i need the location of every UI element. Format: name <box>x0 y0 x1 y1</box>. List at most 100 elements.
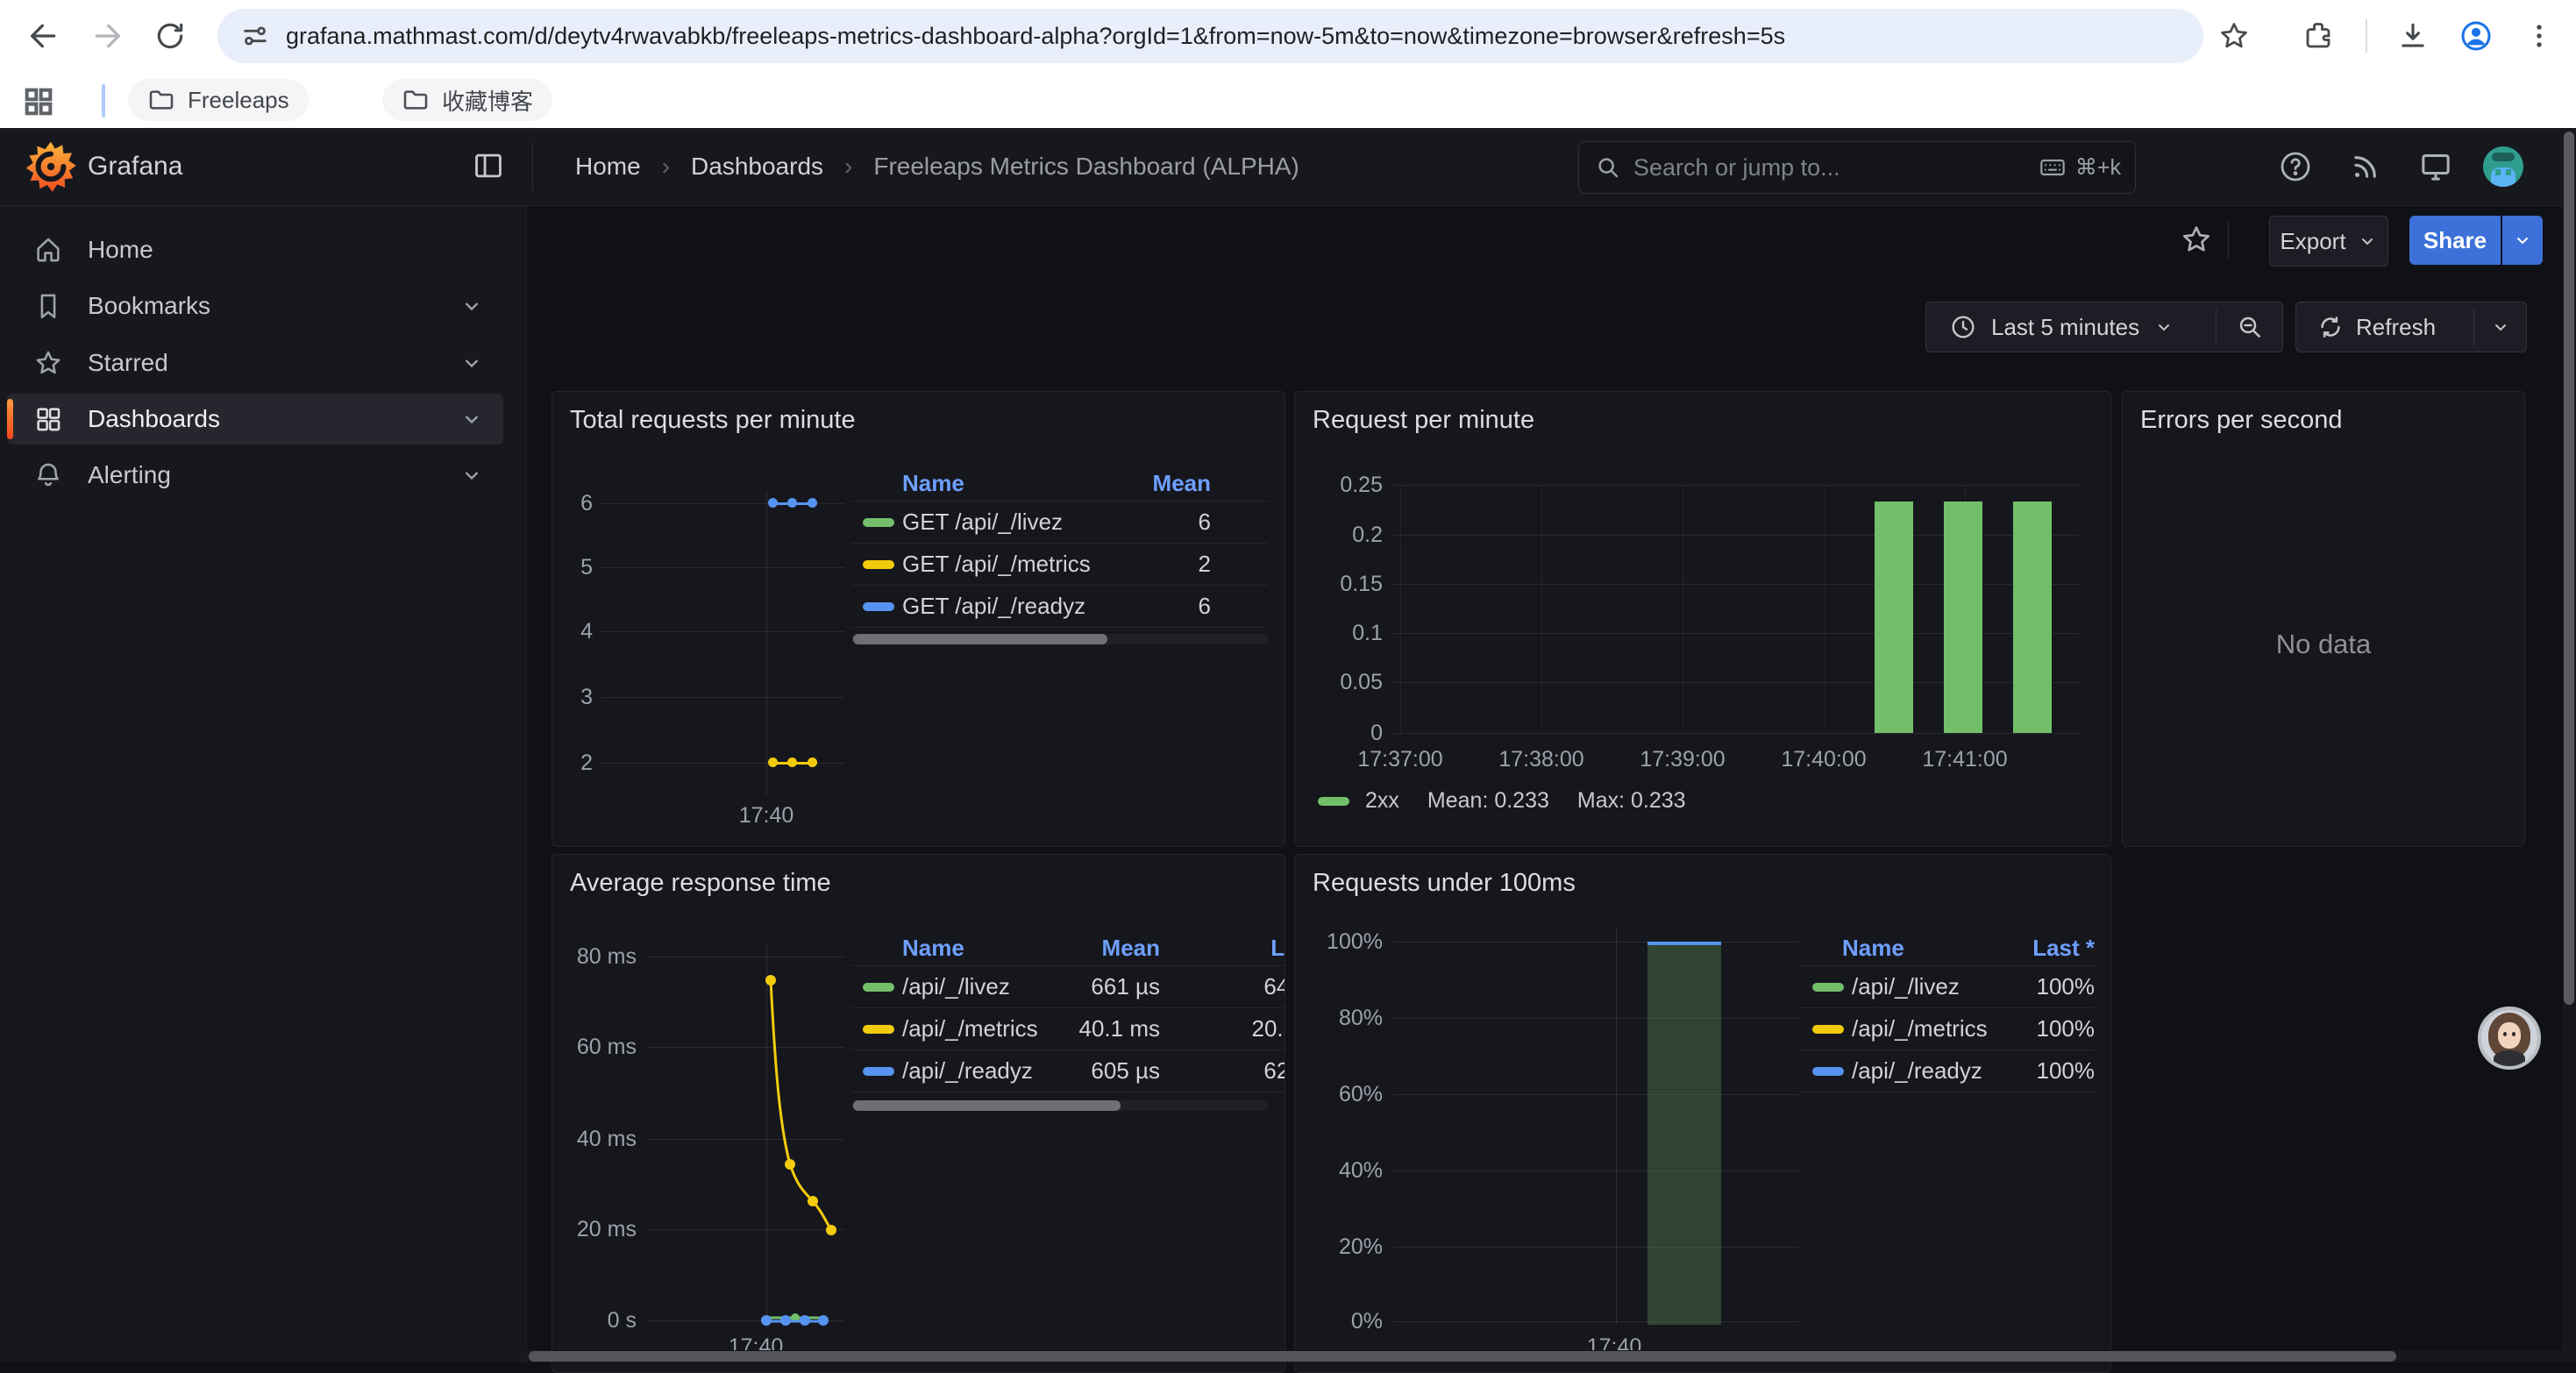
export-button[interactable]: Export <box>2269 216 2388 267</box>
vertical-scrollbar-thumb[interactable] <box>2564 132 2574 1005</box>
sidebar-item-home[interactable]: Home <box>7 224 503 275</box>
col-header-name[interactable]: Name <box>902 935 964 962</box>
legend-row[interactable]: GET /api/_/livez 6 <box>851 502 1268 544</box>
refresh-interval-button[interactable] <box>2474 302 2526 352</box>
legend-row[interactable]: /api/_/metrics 40.1 ms 20.5 ms <box>851 1008 1285 1050</box>
time-range-label: Last 5 minutes <box>1991 314 2139 341</box>
breadcrumb-home[interactable]: Home <box>575 153 641 181</box>
legend-scrollbar[interactable] <box>851 634 1268 644</box>
legend-row[interactable]: /api/_/readyz 605 µs 620 µs <box>851 1050 1285 1092</box>
col-header-last[interactable]: Last * <box>1270 935 1285 962</box>
y-tick: 20% <box>1304 1235 1383 1258</box>
chevron-down-icon[interactable] <box>459 294 484 318</box>
panel-title[interactable]: Requests under 100ms <box>1313 869 1576 898</box>
y-tick: 0.05 <box>1304 671 1383 694</box>
horizontal-scrollbar-track[interactable] <box>527 1350 2562 1362</box>
legend-row[interactable]: GET /api/_/readyz 6 <box>851 586 1268 628</box>
col-header-mean[interactable]: Mean <box>1153 470 1211 497</box>
legend-row[interactable]: /api/_/livez 661 µs 646 µs <box>851 966 1285 1008</box>
series-color-pill <box>1812 1067 1844 1076</box>
forward-icon[interactable] <box>82 11 132 60</box>
breadcrumb-dashboards[interactable]: Dashboards <box>691 153 823 181</box>
search-input[interactable]: Search or jump to... ⌘+k <box>1578 141 2136 194</box>
y-tick: 0 <box>1304 722 1383 744</box>
legend-row[interactable]: /api/_/metrics 100% <box>1800 1008 2095 1050</box>
chevron-down-icon <box>2490 317 2511 338</box>
bookmark-label: 收藏博客 <box>442 84 533 117</box>
sidebar-label: Dashboards <box>88 405 220 433</box>
panel-title[interactable]: Errors per second <box>2140 406 2343 435</box>
clock-icon <box>1949 313 1977 341</box>
legend-scrollbar[interactable] <box>851 1100 1268 1111</box>
chevron-down-icon[interactable] <box>459 463 484 487</box>
panel-title[interactable]: Request per minute <box>1313 406 1534 435</box>
refresh-icon <box>2317 314 2344 340</box>
y-tick: 3 <box>554 686 593 708</box>
series-color-pill <box>1812 983 1844 992</box>
back-icon[interactable] <box>19 11 68 60</box>
grafana-header: Grafana Home › Dashboards › Freeleaps Me… <box>0 128 2576 206</box>
zoom-out-icon[interactable] <box>2217 302 2282 352</box>
chevron-down-icon <box>2357 231 2378 252</box>
sidebar-toggle-icon[interactable] <box>472 149 507 184</box>
x-tick: 17:37:00 <box>1330 748 1470 771</box>
help-icon[interactable] <box>2276 147 2315 186</box>
menu-dots-icon[interactable] <box>2515 11 2564 60</box>
bookmark-folder-blogs[interactable]: 收藏博客 <box>382 79 552 121</box>
y-tick: 40% <box>1304 1159 1383 1182</box>
extensions-icon[interactable] <box>2294 11 2343 60</box>
share-split-button: Share <box>2409 216 2543 265</box>
user-avatar[interactable] <box>2483 146 2523 187</box>
sidebar-item-starred[interactable]: Starred <box>7 338 503 388</box>
legend-row[interactable]: /api/_/livez 100% <box>1800 966 2095 1008</box>
no-data-label: No data <box>2123 629 2524 660</box>
col-header-last[interactable]: Last * <box>2032 935 2095 962</box>
legend-row[interactable]: GET /api/_/metrics 2 <box>851 544 1268 586</box>
col-header-name[interactable]: Name <box>1842 935 1904 962</box>
refresh-button[interactable]: Refresh <box>2296 314 2436 341</box>
share-button[interactable]: Share <box>2409 216 2501 265</box>
x-tick: 17:40 <box>696 804 836 827</box>
series-color-pill <box>863 1025 894 1034</box>
time-range-picker[interactable]: Last 5 minutes <box>1926 313 2174 341</box>
tune-icon[interactable] <box>240 21 270 51</box>
refresh-label: Refresh <box>2356 314 2436 341</box>
download-icon[interactable] <box>2388 11 2437 60</box>
panel-requests-under-100ms: Requests under 100ms 100% 80% 60% 40% 20… <box>1294 854 2111 1373</box>
col-header-name[interactable]: Name <box>902 470 964 497</box>
news-rss-icon[interactable] <box>2346 147 2385 186</box>
y-tick: 0.2 <box>1304 523 1383 546</box>
apps-grid-icon[interactable] <box>21 84 60 119</box>
panel-title[interactable]: Total requests per minute <box>570 406 856 435</box>
y-tick: 6 <box>554 492 593 515</box>
sidebar: Home Bookmarks Starred Dashboards Alerti… <box>0 206 527 1362</box>
bookmark-folder-freeleaps[interactable]: Freeleaps <box>128 79 309 121</box>
grafana-logo[interactable] <box>25 140 77 193</box>
reload-icon[interactable] <box>146 11 195 60</box>
chevron-down-icon[interactable] <box>459 407 484 431</box>
assistant-avatar[interactable] <box>2478 1007 2541 1070</box>
share-menu-button[interactable] <box>2502 216 2543 265</box>
sidebar-item-bookmarks[interactable]: Bookmarks <box>7 281 503 331</box>
vertical-scrollbar-track[interactable] <box>2562 128 2576 1362</box>
horizontal-scrollbar-thumb[interactable] <box>529 1351 2396 1362</box>
bookmark-label: Freeleaps <box>188 87 289 114</box>
monitor-icon[interactable] <box>2416 147 2455 186</box>
toolbar-divider <box>2366 19 2367 53</box>
chevron-down-icon[interactable] <box>459 351 484 375</box>
favorite-star-icon[interactable] <box>2180 223 2213 256</box>
series-color-pill <box>863 602 894 611</box>
legend-table: Name Mean GET /api/_/livez 6 GET /api/_/… <box>851 466 1268 628</box>
url-bar[interactable]: grafana.mathmast.com/d/deytv4rwavabkb/fr… <box>217 9 2203 63</box>
profile-icon[interactable] <box>2451 11 2501 60</box>
sidebar-item-alerting[interactable]: Alerting <box>7 450 503 501</box>
legend-table: Name Mean Last * /api/_/livez 661 µs 646… <box>851 930 1285 1092</box>
sidebar-item-dashboards[interactable]: Dashboards <box>7 394 503 445</box>
bookmark-star-icon[interactable] <box>2210 11 2259 60</box>
legend-item-2xx[interactable]: 2xx Mean: 0.233 Max: 0.233 <box>1318 788 1686 814</box>
series-color-pill <box>863 1067 894 1076</box>
bell-icon <box>33 460 63 490</box>
home-icon <box>33 235 63 265</box>
legend-row[interactable]: /api/_/readyz 100% <box>1800 1050 2095 1092</box>
col-header-mean[interactable]: Mean <box>1102 935 1160 962</box>
